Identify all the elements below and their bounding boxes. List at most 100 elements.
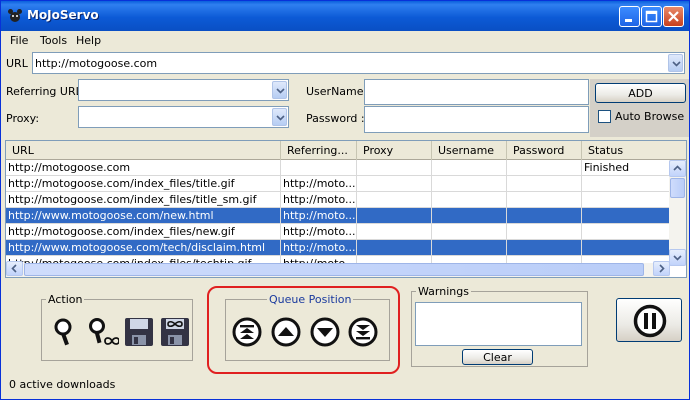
clear-button[interactable]: Clear [462,349,533,365]
table-row[interactable]: http://motogoose.com/index_files/new.gif… [6,224,670,240]
table-cell-password [507,240,582,256]
table-row[interactable]: http://motogoose.com Finished [6,160,670,176]
scroll-left-button[interactable] [6,261,23,276]
table-cell-url: http://www.motogoose.com/new.html [6,208,281,224]
table-cell-status [582,240,670,256]
scroll-right-button[interactable] [653,261,670,276]
move-up-icon[interactable] [271,317,301,347]
move-bottom-icon[interactable] [348,317,378,347]
action-group-title: Action [46,293,85,306]
table-cell-username [432,240,507,256]
table-cell-username [432,224,507,240]
app-window: MoJoServo File Tools Help URL : http://m… [0,0,690,400]
chevron-down-icon [672,61,681,67]
username-input[interactable] [364,79,589,105]
table-cell-url: http://motogoose.com/index_files/new.gif [6,224,281,240]
vertical-scroll-thumb[interactable] [670,178,685,198]
url-label: URL : [6,57,36,70]
url-value: http://motogoose.com [35,57,158,70]
horizontal-scrollbar[interactable] [6,261,670,277]
proxy-label: Proxy: [6,112,40,125]
magnifier-icon[interactable] [51,316,83,348]
minimize-icon [625,19,632,22]
table-row[interactable]: http://motogoose.com/index_files/title.g… [6,176,670,192]
pause-icon [633,304,667,338]
maximize-button[interactable] [641,6,662,27]
status-text: 0 active downloads [9,378,116,391]
referring-url-dropdown-button[interactable] [272,81,287,99]
magnifier-infinity-icon[interactable] [87,316,119,348]
password-input[interactable] [364,106,589,133]
chevron-up-icon [673,165,682,171]
menu-file[interactable]: File [10,34,28,47]
table-row[interactable]: http://www.motogoose.com/new.html http://… [6,208,670,224]
column-header-referring[interactable]: Referring... [281,141,357,160]
warnings-title: Warnings [416,285,471,298]
horizontal-scroll-thumb[interactable] [24,263,644,276]
password-label: Password : [306,112,365,125]
warnings-textbox[interactable] [415,302,582,346]
table-cell-referring: http://moto... [281,224,357,240]
table-cell-referring [281,160,357,176]
menu-tools[interactable]: Tools [40,34,67,47]
vertical-scrollbar[interactable] [669,160,686,266]
add-button[interactable]: ADD [595,83,686,103]
table-cell-referring: http://moto... [281,208,357,224]
table-cell-username [432,192,507,208]
column-header-username[interactable]: Username [432,141,507,160]
column-header-status[interactable]: Status [582,141,686,160]
table-cell-proxy [357,240,432,256]
referring-url-combobox[interactable] [78,79,289,101]
menu-bar: File Tools Help [1,31,689,50]
proxy-combobox[interactable] [78,106,289,128]
username-label: UserName : [306,85,371,98]
save-icon[interactable] [123,316,155,348]
table-cell-proxy [357,176,432,192]
queue-position-title: Queue Position [267,293,354,306]
table-cell-url: http://motogoose.com/index_files/title.g… [6,176,281,192]
table-header: URL Referring... Proxy Username Password… [6,141,686,160]
auto-browse-label: Auto Browse [615,110,685,123]
save-infinity-icon[interactable] [159,316,191,348]
move-top-icon[interactable] [232,317,262,347]
table-cell-url: http://motogoose.com/index_files/title_s… [6,192,281,208]
url-combobox[interactable]: http://motogoose.com [32,52,685,74]
close-icon [668,11,679,22]
column-header-proxy[interactable]: Proxy [357,141,432,160]
table-cell-referring: http://moto... [281,240,357,256]
title-bar[interactable]: MoJoServo [1,1,689,31]
chevron-right-icon [659,264,665,273]
table-row[interactable]: http://www.motogoose.com/tech/disclaim.h… [6,240,670,256]
url-dropdown-button[interactable] [668,54,683,72]
table-cell-status [582,176,670,192]
download-table: URL Referring... Proxy Username Password… [5,140,687,278]
scroll-up-button[interactable] [669,160,686,177]
move-down-icon[interactable] [310,317,340,347]
chevron-left-icon [11,264,17,273]
auto-browse-checkbox[interactable] [598,110,611,123]
column-header-url[interactable]: URL [6,141,281,160]
table-row[interactable]: http://motogoose.com/index_files/title_s… [6,192,670,208]
pause-button[interactable] [616,298,682,342]
menu-help[interactable]: Help [76,34,101,47]
maximize-icon [645,10,658,23]
table-cell-status [582,192,670,208]
table-cell-username [432,208,507,224]
proxy-dropdown-button[interactable] [272,108,287,126]
scroll-down-button[interactable] [669,249,686,266]
table-cell-status: Finished [582,160,670,176]
minimize-button[interactable] [619,6,640,27]
close-button[interactable] [663,6,684,27]
chevron-down-icon [276,88,285,94]
table-cell-status [582,224,670,240]
table-cell-url: http://motogoose.com [6,160,281,176]
table-cell-password [507,224,582,240]
table-cell-password [507,160,582,176]
table-cell-proxy [357,192,432,208]
column-header-password[interactable]: Password [507,141,582,160]
referring-url-label: Referring URL: [6,85,86,98]
chevron-down-icon [673,255,682,261]
window-title: MoJoServo [27,8,99,22]
table-cell-password [507,176,582,192]
table-cell-username [432,160,507,176]
